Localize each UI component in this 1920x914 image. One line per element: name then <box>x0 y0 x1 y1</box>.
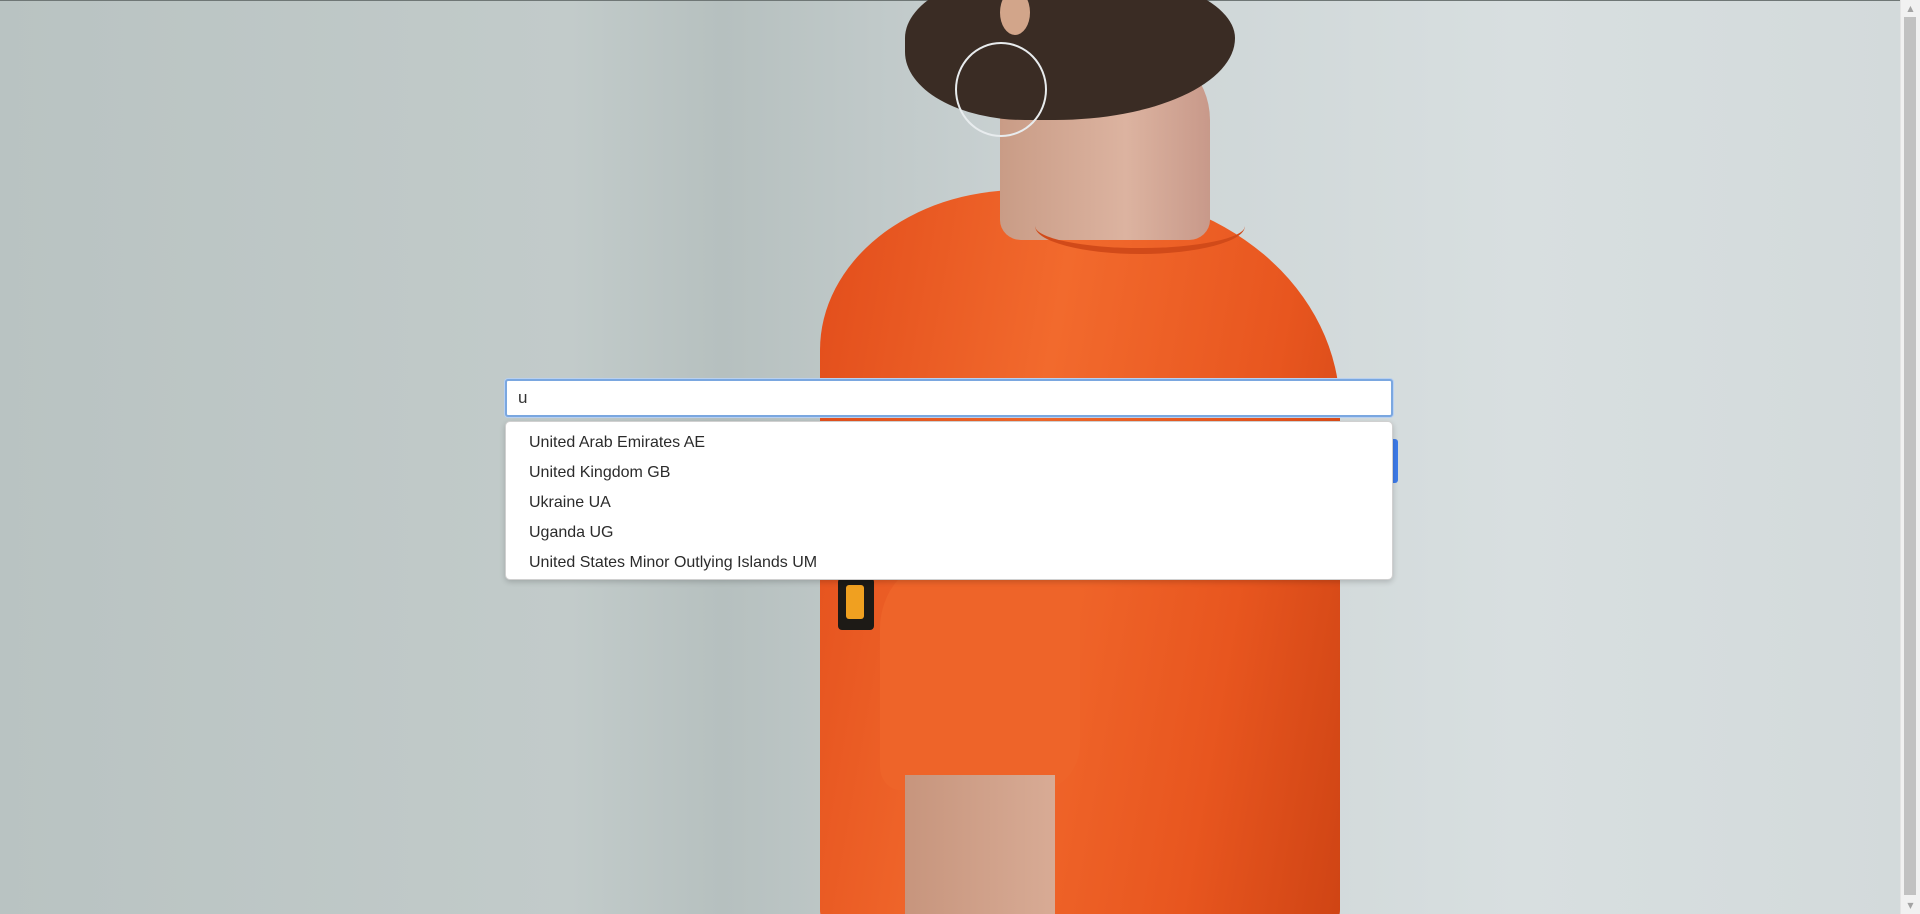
scroll-up-icon[interactable]: ▲ <box>1901 0 1920 17</box>
suggestion-item[interactable]: United Kingdom GB <box>506 458 1392 488</box>
background-earring <box>955 42 1047 137</box>
suggestion-item[interactable]: Uganda UG <box>506 518 1392 548</box>
country-search-input[interactable] <box>505 379 1393 417</box>
vertical-scrollbar[interactable]: ▲ ▼ <box>1900 0 1920 914</box>
scroll-down-icon[interactable]: ▼ <box>1901 897 1920 914</box>
page-background: United Arab Emirates AE United Kingdom G… <box>0 0 1900 914</box>
background-collar <box>1035 198 1245 254</box>
scrollbar-thumb[interactable] <box>1904 17 1916 895</box>
suggestion-item[interactable]: United States Minor Outlying Islands UM <box>506 548 1392 578</box>
background-arm <box>905 775 1055 914</box>
suggestion-item[interactable]: Ukraine UA <box>506 488 1392 518</box>
background-sleeve <box>880 560 1080 790</box>
suggestion-item[interactable]: United Arab Emirates AE <box>506 428 1392 458</box>
background-shirt-print-detail <box>846 585 864 619</box>
suggestions-dropdown: United Arab Emirates AE United Kingdom G… <box>505 421 1393 580</box>
